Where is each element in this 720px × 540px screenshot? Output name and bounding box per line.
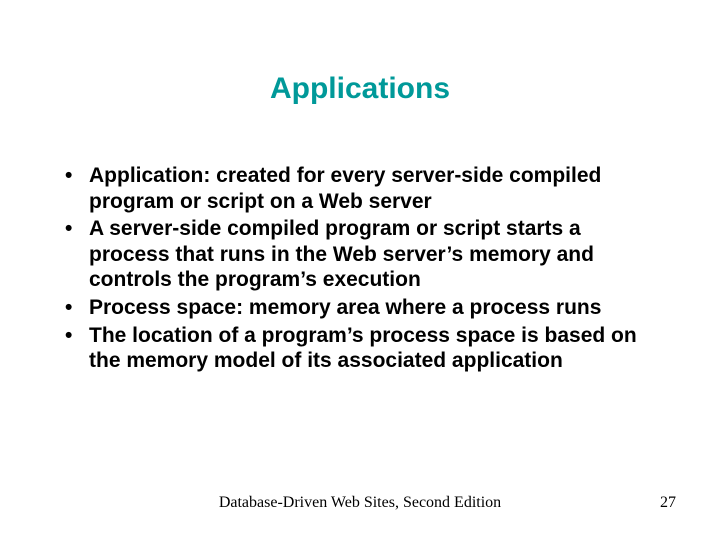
bullet-item: A server-side compiled program or script… (63, 216, 663, 293)
slide-body: Application: created for every server-si… (63, 163, 663, 376)
page-number: 27 (660, 494, 676, 512)
bullet-item: Process space: memory area where a proce… (63, 295, 663, 321)
slide: Applications Application: created for ev… (0, 0, 720, 540)
bullet-list: Application: created for every server-si… (63, 163, 663, 374)
slide-title: Applications (0, 72, 720, 106)
bullet-item: The location of a program’s process spac… (63, 323, 663, 374)
bullet-item: Application: created for every server-si… (63, 163, 663, 214)
footer-text: Database-Driven Web Sites, Second Editio… (0, 494, 720, 512)
